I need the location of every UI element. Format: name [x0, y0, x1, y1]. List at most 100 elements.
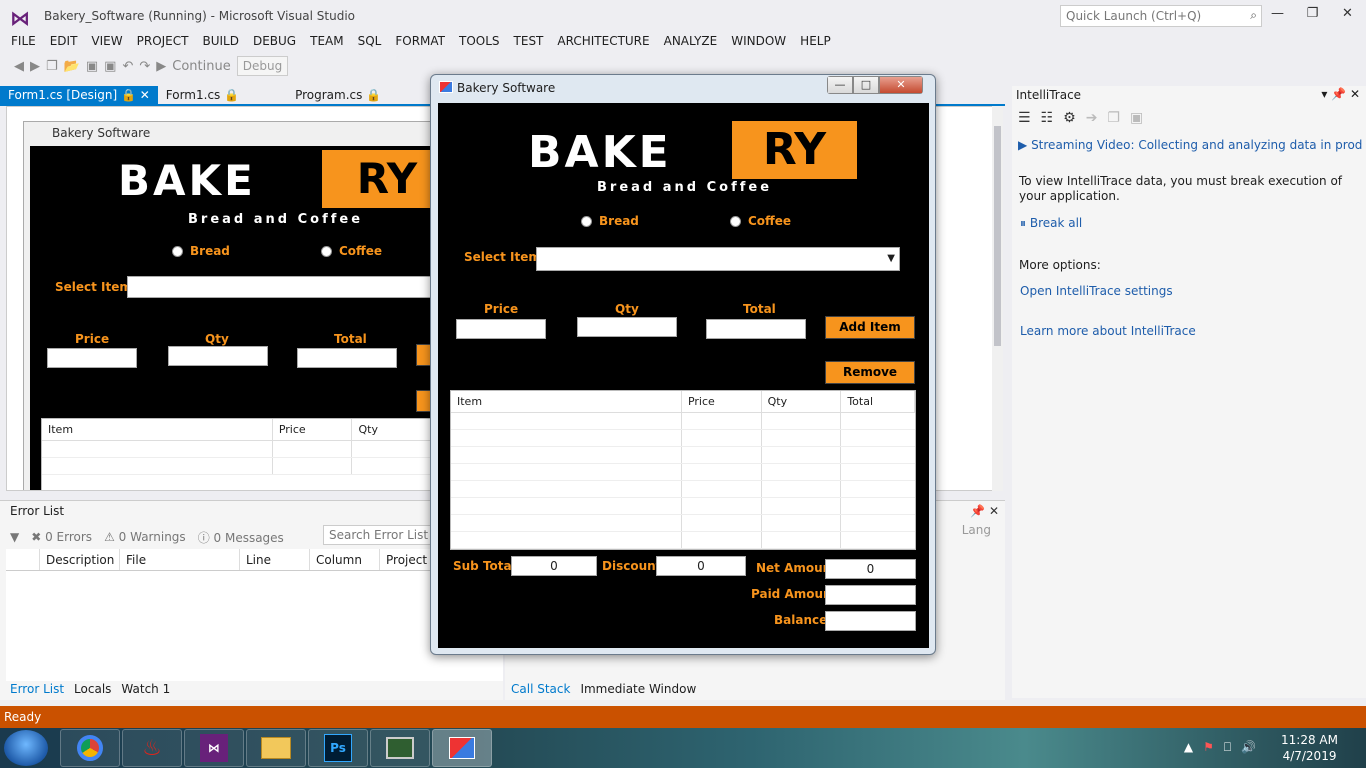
- forward-icon[interactable]: ▶: [30, 59, 40, 74]
- table-row[interactable]: [451, 413, 915, 430]
- tab-locals[interactable]: Locals: [74, 682, 111, 696]
- bakery-app-taskbar-button[interactable]: [432, 729, 492, 767]
- designer-qty-field[interactable]: [168, 346, 268, 366]
- designer-total-field[interactable]: [297, 348, 397, 368]
- start-button[interactable]: [4, 730, 48, 766]
- select-item-combo[interactable]: ▼: [536, 247, 900, 271]
- task-manager-taskbar-button[interactable]: [370, 729, 430, 767]
- app-close-button[interactable]: ✕: [879, 76, 923, 94]
- menu-test[interactable]: TEST: [507, 32, 551, 52]
- paid-amount-field[interactable]: [825, 585, 916, 605]
- tray-expand-icon[interactable]: ▲: [1184, 740, 1193, 755]
- garena-taskbar-button[interactable]: ♨: [122, 729, 182, 767]
- table-row[interactable]: [451, 447, 915, 464]
- remove-item-button[interactable]: Remove Item: [825, 361, 915, 400]
- error-col-file[interactable]: File: [120, 549, 240, 570]
- panel-close-icon[interactable]: 📌 ✕: [970, 504, 999, 518]
- menu-edit[interactable]: EDIT: [43, 32, 85, 52]
- add-item-button[interactable]: Add Item: [825, 316, 915, 339]
- designer-items-grid[interactable]: Item Price Qty: [41, 418, 450, 490]
- menu-window[interactable]: WINDOW: [724, 32, 793, 52]
- grid-col-item[interactable]: Item: [451, 391, 682, 412]
- tab-program-cs[interactable]: Program.cs 🔒: [247, 86, 389, 105]
- error-col-column[interactable]: Column: [310, 549, 380, 570]
- table-row[interactable]: [451, 464, 915, 481]
- tab-form1-design[interactable]: Form1.cs [Design] 🔒 ✕: [0, 86, 158, 105]
- sub-total-field[interactable]: 0: [511, 556, 597, 576]
- designer-radio-coffee[interactable]: [321, 246, 332, 257]
- intellitrace-settings-link[interactable]: Open IntelliTrace settings: [1020, 284, 1173, 298]
- continue-label[interactable]: Continue: [172, 59, 230, 74]
- scrollbar-thumb[interactable]: [994, 126, 1001, 346]
- designer-select-item-combo[interactable]: [127, 276, 447, 298]
- explorer-taskbar-button[interactable]: [246, 729, 306, 767]
- restore-button[interactable]: ❐: [1295, 0, 1330, 28]
- table-row[interactable]: [451, 430, 915, 447]
- photoshop-taskbar-button[interactable]: Ps: [308, 729, 368, 767]
- list-view-icon[interactable]: ☰: [1018, 110, 1031, 126]
- bread-label[interactable]: Bread: [599, 214, 639, 228]
- back-icon[interactable]: ◀: [14, 59, 24, 74]
- chrome-taskbar-button[interactable]: [60, 729, 120, 767]
- break-all-link[interactable]: ⏸ Break all: [1020, 216, 1082, 231]
- menu-architecture[interactable]: ARCHITECTURE: [550, 32, 656, 52]
- app-maximize-button[interactable]: □: [853, 76, 879, 94]
- messages-toggle[interactable]: ⓘ 0 Messages: [198, 529, 284, 546]
- balance-field[interactable]: [825, 611, 916, 631]
- tab-form1-cs[interactable]: Form1.cs 🔒: [158, 86, 247, 105]
- table-row[interactable]: [451, 532, 915, 549]
- menu-sql[interactable]: SQL: [351, 32, 389, 52]
- table-row[interactable]: [451, 515, 915, 532]
- menu-build[interactable]: BUILD: [195, 32, 245, 52]
- grid-col-price[interactable]: Price: [682, 391, 762, 412]
- designer-scrollbar[interactable]: [992, 106, 1003, 491]
- errors-toggle[interactable]: ✖ 0 Errors: [31, 530, 92, 544]
- close-button[interactable]: ✕: [1330, 0, 1365, 28]
- tab-call-stack[interactable]: Call Stack: [511, 682, 570, 696]
- menu-view[interactable]: VIEW: [84, 32, 129, 52]
- table-row[interactable]: [451, 498, 915, 515]
- error-col-description[interactable]: Description: [40, 549, 120, 570]
- visual-studio-taskbar-button[interactable]: ⋈: [184, 729, 244, 767]
- menu-debug[interactable]: DEBUG: [246, 32, 303, 52]
- designer-form-window[interactable]: Bakery Software BAKE RY Bread and Coffee…: [23, 121, 450, 490]
- designer-price-field[interactable]: [47, 348, 137, 368]
- qty-field[interactable]: [577, 317, 677, 337]
- open-log-icon[interactable]: ❐: [1107, 110, 1120, 126]
- volume-icon[interactable]: 🔊: [1241, 740, 1256, 755]
- table-row[interactable]: [451, 481, 915, 498]
- intellitrace-pane-controls[interactable]: ▾ 📌 ✕: [1321, 87, 1360, 101]
- open-icon[interactable]: 📂: [64, 59, 80, 74]
- quick-launch-input[interactable]: Quick Launch (Ctrl+Q) ⌕: [1060, 5, 1262, 27]
- save-all-icon[interactable]: ▣: [104, 59, 116, 74]
- tab-error-list[interactable]: Error List: [10, 682, 64, 696]
- menu-help[interactable]: HELP: [793, 32, 838, 52]
- grid-col-qty[interactable]: Qty: [762, 391, 842, 412]
- menu-format[interactable]: FORMAT: [388, 32, 452, 52]
- price-field[interactable]: [456, 319, 546, 339]
- menu-file[interactable]: FILE: [4, 32, 43, 52]
- menu-team[interactable]: TEAM: [303, 32, 350, 52]
- continue-icon[interactable]: ▶: [156, 59, 166, 74]
- error-col-line[interactable]: Line: [240, 549, 310, 570]
- learn-more-link[interactable]: Learn more about IntelliTrace: [1020, 324, 1196, 338]
- radio-bread[interactable]: [581, 216, 592, 227]
- app-minimize-button[interactable]: —: [827, 76, 853, 94]
- total-field[interactable]: [706, 319, 806, 339]
- filter-icon[interactable]: ▼: [10, 530, 19, 544]
- solution-config-select[interactable]: Debug: [236, 56, 289, 76]
- bakery-app-window[interactable]: Bakery Software — □ ✕ BAKE RY Bread and …: [430, 74, 936, 655]
- net-amount-field[interactable]: 0: [825, 559, 916, 579]
- tab-watch-1[interactable]: Watch 1: [121, 682, 170, 696]
- undo-icon[interactable]: ↶: [122, 59, 133, 74]
- network-icon[interactable]: ⎕: [1224, 740, 1231, 755]
- streaming-video-link[interactable]: ▶ Streaming Video: Collecting and analyz…: [1018, 138, 1362, 152]
- tab-immediate-window[interactable]: Immediate Window: [580, 682, 696, 696]
- search-icon[interactable]: ➔: [1086, 110, 1098, 126]
- menu-tools[interactable]: TOOLS: [452, 32, 507, 52]
- settings-gear-icon[interactable]: ⚙: [1063, 110, 1076, 126]
- new-project-icon[interactable]: ❐: [46, 59, 58, 74]
- menu-analyze[interactable]: ANALYZE: [657, 32, 725, 52]
- redo-icon[interactable]: ↷: [139, 59, 150, 74]
- calls-view-icon[interactable]: ☷: [1041, 110, 1054, 126]
